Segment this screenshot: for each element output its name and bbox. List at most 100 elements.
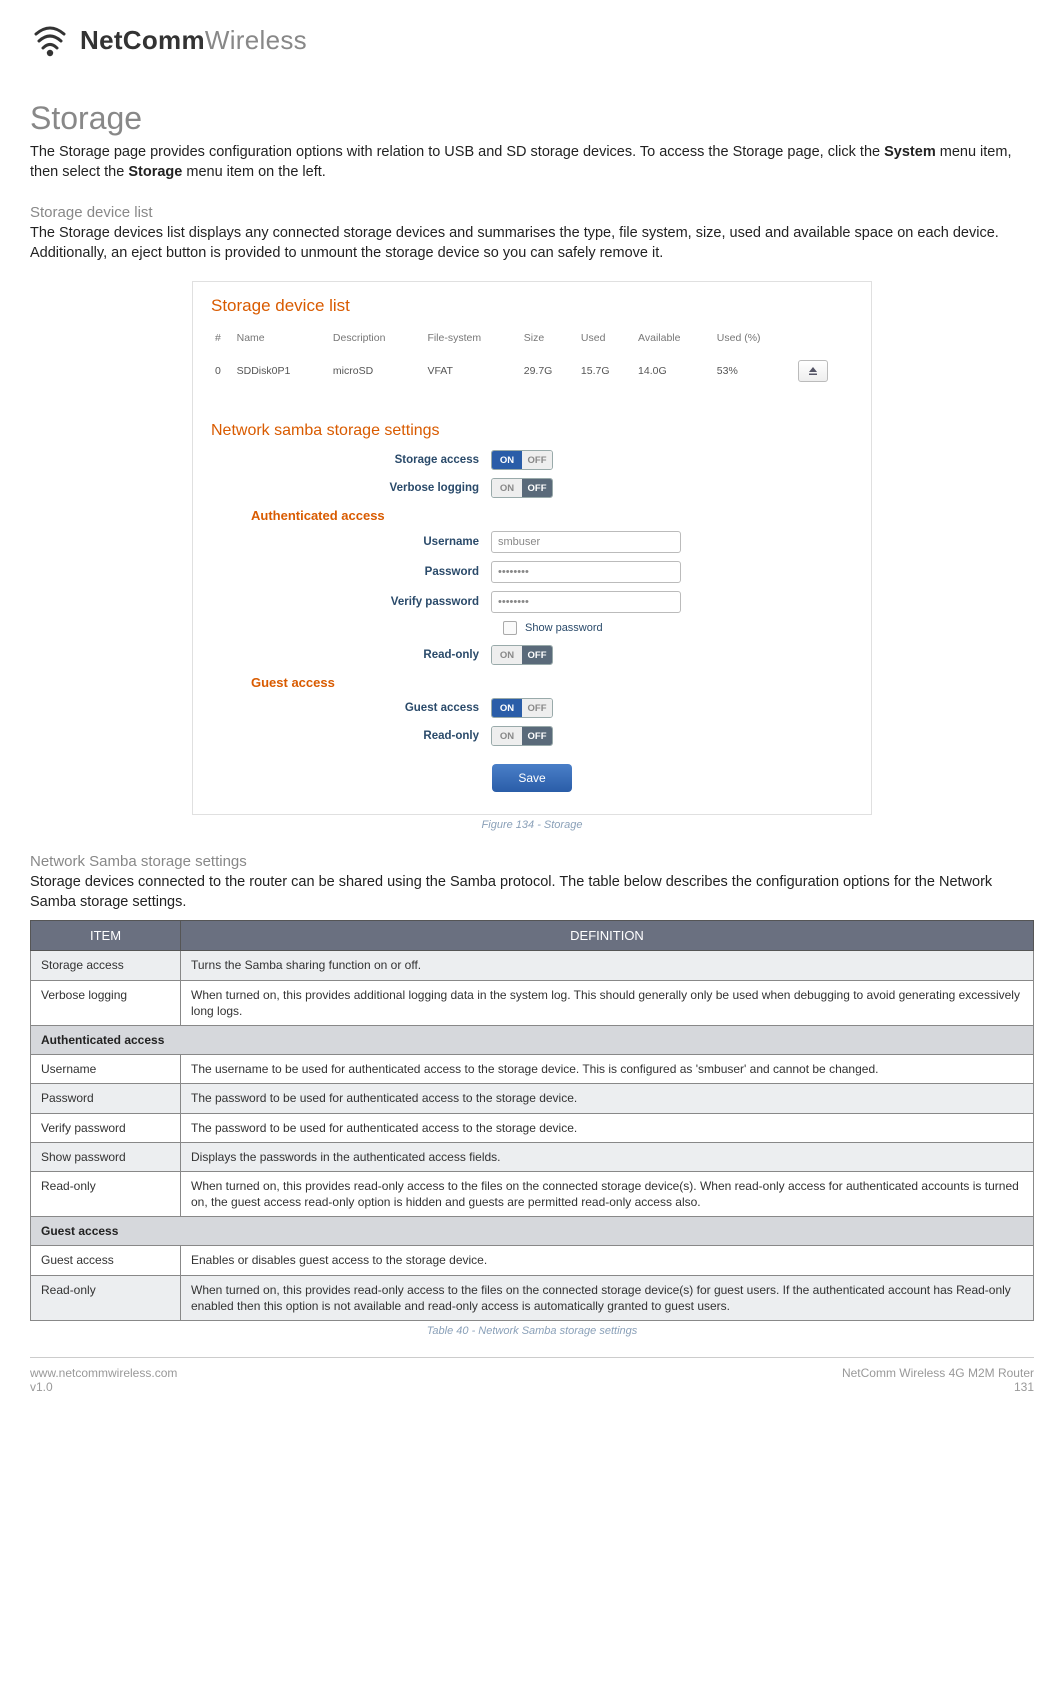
table-row: Authenticated access [31,1025,1034,1054]
table-row: Verify passwordThe password to be used f… [31,1113,1034,1142]
show-password-checkbox[interactable] [503,621,517,635]
panel-title-samba: Network samba storage settings [211,422,853,440]
col-pct: Used (%) [713,326,794,350]
section-samba-heading: Network Samba storage settings [30,853,1034,870]
cell-fs: VFAT [423,350,519,392]
table-row: PasswordThe password to be used for auth… [31,1084,1034,1113]
section-storage-list-body: The Storage devices list displays any co… [30,224,1034,263]
definition-cell: When turned on, this provides read-only … [181,1275,1034,1320]
toggle-on: ON [492,699,522,717]
storage-panel: Storage device list # Name Description F… [192,281,872,815]
intro-bold2: Storage [128,164,182,180]
brand-light: Wireless [205,25,307,55]
footer-left: www.netcommwireless.com v1.0 [30,1366,177,1394]
password-field[interactable] [491,561,681,583]
toggle-on: ON [492,451,522,469]
definition-cell: Enables or disables guest access to the … [181,1246,1034,1275]
intro-paragraph: The Storage page provides configuration … [30,143,1034,182]
toggle-guest-access[interactable]: ON OFF [491,698,553,718]
intro-pre: The Storage page provides configuration … [30,144,884,160]
footer-ver: v1.0 [30,1380,177,1394]
toggle-off: OFF [522,699,552,717]
col-avail: Available [634,326,713,350]
figure-storage: Storage device list # Name Description F… [30,281,1034,831]
cell-pct: 53% [713,350,794,392]
item-cell: Show password [31,1142,181,1171]
table-row: Verbose loggingWhen turned on, this prov… [31,980,1034,1025]
cell-avail: 14.0G [634,350,713,392]
table-row: UsernameThe username to be used for auth… [31,1055,1034,1084]
row-storage-access: Storage access ON OFF [211,450,853,470]
cell-used: 15.7G [577,350,634,392]
toggle-storage-access[interactable]: ON OFF [491,450,553,470]
label-readonly-guest: Read-only [211,730,491,742]
label-storage-access: Storage access [211,454,491,466]
footer-product: NetComm Wireless 4G M2M Router [842,1366,1034,1380]
storage-device-table: # Name Description File-system Size Used… [211,326,853,392]
definition-cell: Displays the passwords in the authentica… [181,1142,1034,1171]
item-cell: Verbose logging [31,980,181,1025]
section-cell: Authenticated access [31,1025,1034,1054]
row-password: Password [211,561,853,583]
col-fs: File-system [423,326,519,350]
item-cell: Read-only [31,1171,181,1216]
col-used: Used [577,326,634,350]
eject-button[interactable] [798,360,828,382]
label-guest-access: Guest access [211,702,491,714]
col-desc: Description [329,326,424,350]
brand-text: NetCommWireless [80,25,307,56]
row-showpw: Show password [503,621,853,635]
table-caption: Table 40 - Network Samba storage setting… [30,1325,1034,1337]
def-th-def: DEFINITION [181,921,1034,951]
item-cell: Guest access [31,1246,181,1275]
save-button[interactable]: Save [492,764,572,792]
definition-cell: The password to be used for authenticate… [181,1084,1034,1113]
table-row: 0 SDDisk0P1 microSD VFAT 29.7G 15.7G 14.… [211,350,853,392]
col-num: # [211,326,233,350]
row-verify: Verify password [211,591,853,613]
toggle-on: ON [492,646,522,664]
col-size: Size [520,326,577,350]
eject-icon [807,365,819,377]
brand-header: NetCommWireless [30,20,1034,60]
label-password: Password [211,566,491,578]
footer-page: 131 [842,1380,1034,1394]
toggle-verbose[interactable]: ON OFF [491,478,553,498]
item-cell: Storage access [31,951,181,980]
def-header-row: ITEM DEFINITION [31,921,1034,951]
cell-num: 0 [211,350,233,392]
item-cell: Verify password [31,1113,181,1142]
figure-caption: Figure 134 - Storage [482,819,583,831]
section-storage-list-heading: Storage device list [30,204,1034,221]
section-samba-body: Storage devices connected to the router … [30,873,1034,912]
row-readonly-guest: Read-only ON OFF [211,726,853,746]
auth-access-header: Authenticated access [251,508,853,523]
verify-password-field[interactable] [491,591,681,613]
guest-access-header: Guest access [251,675,853,690]
username-field[interactable] [491,531,681,553]
label-readonly: Read-only [211,649,491,661]
brand-bold: NetComm [80,25,205,55]
toggle-off: OFF [522,451,552,469]
definition-cell: When turned on, this provides read-only … [181,1171,1034,1216]
table-header-row: # Name Description File-system Size Used… [211,326,853,350]
toggle-readonly-guest[interactable]: ON OFF [491,726,553,746]
label-username: Username [211,536,491,548]
intro-bold1: System [884,144,936,160]
cell-size: 29.7G [520,350,577,392]
item-cell: Password [31,1084,181,1113]
label-verbose: Verbose logging [211,482,491,494]
label-verify: Verify password [211,596,491,608]
brand-logo-icon [30,20,70,60]
table-row: Guest access [31,1217,1034,1246]
definition-cell: Turns the Samba sharing function on or o… [181,951,1034,980]
row-verbose: Verbose logging ON OFF [211,478,853,498]
col-name: Name [233,326,329,350]
definition-table: ITEM DEFINITION Storage accessTurns the … [30,920,1034,1321]
table-row: Show passwordDisplays the passwords in t… [31,1142,1034,1171]
row-guest-access: Guest access ON OFF [211,698,853,718]
item-cell: Username [31,1055,181,1084]
table-row: Storage accessTurns the Samba sharing fu… [31,951,1034,980]
footer-right: NetComm Wireless 4G M2M Router 131 [842,1366,1034,1394]
toggle-readonly-auth[interactable]: ON OFF [491,645,553,665]
